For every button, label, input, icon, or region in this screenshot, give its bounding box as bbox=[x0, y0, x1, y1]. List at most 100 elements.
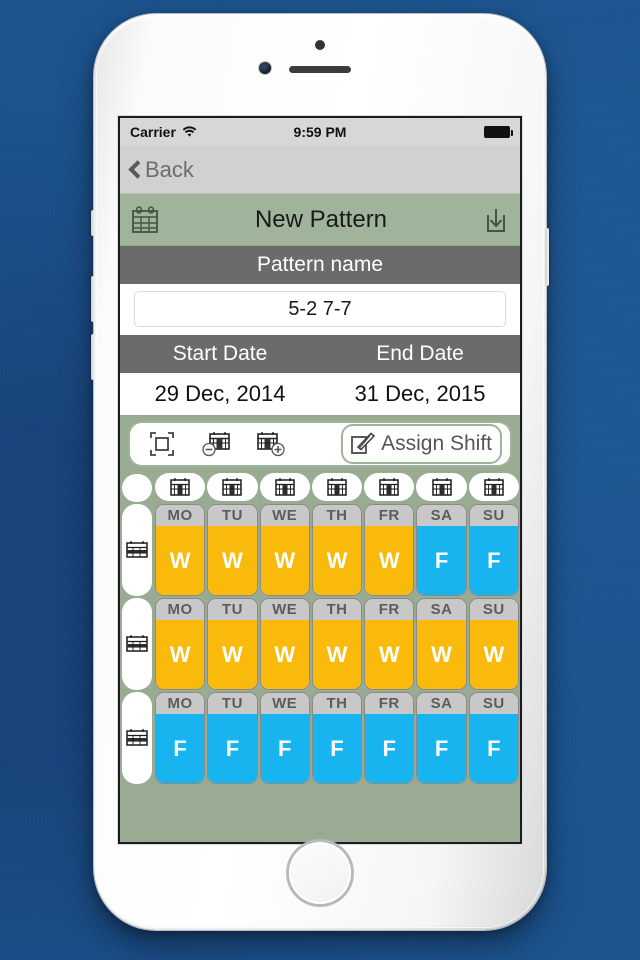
select-frame-icon[interactable] bbox=[138, 424, 186, 464]
day-cell[interactable]: WE W bbox=[259, 598, 310, 690]
calendar-column-icon bbox=[219, 476, 245, 498]
week-row: MO F TU F WE F TH F FR F SA F SU F bbox=[122, 691, 520, 785]
day-cell[interactable]: FR W bbox=[364, 504, 415, 596]
calendar-column-icon bbox=[324, 476, 350, 498]
day-cell-label: TH bbox=[312, 505, 362, 526]
day-cell-shift: F bbox=[417, 526, 466, 595]
day-cell-shift: W bbox=[417, 620, 466, 689]
day-cell[interactable]: SA F bbox=[416, 504, 467, 596]
day-cell-shift: F bbox=[417, 714, 466, 783]
column-header-button-mo[interactable] bbox=[155, 473, 206, 501]
home-button[interactable] bbox=[289, 842, 351, 904]
column-header-button-sa[interactable] bbox=[416, 473, 467, 501]
week-row: MO W TU W WE W TH W FR W SA W SU W bbox=[122, 597, 520, 691]
week-day-cells: MO W TU W WE W TH W FR W SA W SU W bbox=[154, 597, 520, 691]
day-cell-shift: W bbox=[469, 620, 518, 689]
column-header-button-we[interactable] bbox=[259, 473, 310, 501]
day-cell[interactable]: WE F bbox=[259, 692, 310, 784]
save-download-icon[interactable] bbox=[482, 206, 510, 234]
day-cell-label: TU bbox=[208, 693, 257, 714]
column-header-button-fr[interactable] bbox=[364, 473, 415, 501]
toolbar-wrapper: Assign Shift bbox=[120, 415, 520, 471]
back-button[interactable]: Back bbox=[128, 157, 194, 183]
day-cell-shift: F bbox=[469, 714, 518, 783]
day-cell-shift: W bbox=[365, 526, 414, 595]
earpiece-speaker bbox=[289, 66, 351, 73]
volume-down-button[interactable] bbox=[91, 334, 95, 380]
proximity-sensor-icon bbox=[315, 40, 325, 50]
day-cell-shift: W bbox=[208, 620, 257, 689]
end-date-label: End Date bbox=[376, 342, 464, 365]
column-header-button-th[interactable] bbox=[311, 473, 363, 501]
day-cell[interactable]: SA F bbox=[416, 692, 467, 784]
calendar-row-icon bbox=[124, 633, 150, 655]
day-cell-label: FR bbox=[365, 693, 414, 714]
day-cell-shift: F bbox=[312, 714, 362, 783]
day-cell-label: TU bbox=[208, 505, 257, 526]
day-cell[interactable]: SU W bbox=[468, 598, 519, 690]
page-title: New Pattern bbox=[254, 205, 388, 233]
week-row-select-button[interactable] bbox=[122, 692, 152, 784]
day-cell-shift: F bbox=[365, 714, 414, 783]
power-button[interactable] bbox=[545, 228, 549, 286]
calendar-row-icon bbox=[124, 539, 150, 561]
column-header-buttons bbox=[154, 473, 520, 503]
start-date-value[interactable]: 29 Dec, 2014 bbox=[120, 381, 320, 407]
day-cell[interactable]: MO F bbox=[155, 692, 206, 784]
day-cell-label: SA bbox=[417, 505, 466, 526]
week-row-select-button[interactable] bbox=[122, 598, 152, 690]
week-row-select-button[interactable] bbox=[122, 504, 152, 596]
day-cell[interactable]: FR F bbox=[364, 692, 415, 784]
day-cell[interactable]: MO W bbox=[155, 598, 206, 690]
day-cell-shift: F bbox=[260, 714, 309, 783]
day-cell-label: MO bbox=[156, 505, 205, 526]
day-cell[interactable]: TU F bbox=[207, 692, 258, 784]
day-cell[interactable]: TH W bbox=[311, 598, 363, 690]
day-cell-label: FR bbox=[365, 599, 414, 620]
pattern-week-grid: MO W TU W WE W TH W FR W SA F SU F MO W TU W WE W TH W FR W SA W… bbox=[120, 471, 520, 785]
day-cell-shift: W bbox=[156, 620, 205, 689]
pattern-title-bar: New Pattern bbox=[120, 194, 520, 246]
day-cell[interactable]: SU F bbox=[468, 692, 519, 784]
day-cell-label: SA bbox=[417, 599, 466, 620]
calendar-column-icon bbox=[376, 476, 402, 498]
calendar-icon[interactable] bbox=[130, 205, 160, 235]
grid-column-header-row bbox=[122, 473, 520, 503]
week-row: MO W TU W WE W TH W FR W SA F SU F bbox=[122, 503, 520, 597]
day-cell[interactable]: TU W bbox=[207, 504, 258, 596]
status-clock: 9:59 PM bbox=[293, 124, 347, 140]
pattern-toolbar: Assign Shift bbox=[128, 421, 512, 467]
day-cell[interactable]: TH W bbox=[311, 504, 363, 596]
day-cell[interactable]: TH F bbox=[311, 692, 363, 784]
grid-corner-cell[interactable] bbox=[122, 474, 152, 502]
mute-switch[interactable] bbox=[91, 210, 95, 236]
assign-shift-button[interactable]: Assign Shift bbox=[341, 424, 502, 464]
end-date-value[interactable]: 31 Dec, 2015 bbox=[320, 381, 520, 407]
day-cell[interactable]: SA W bbox=[416, 598, 467, 690]
back-button-label: Back bbox=[145, 156, 194, 182]
day-cell-label: MO bbox=[156, 693, 205, 714]
column-header-button-tu[interactable] bbox=[207, 473, 258, 501]
chevron-left-icon bbox=[128, 159, 141, 181]
day-cell-shift: F bbox=[156, 714, 205, 783]
day-cell-label: TU bbox=[208, 599, 257, 620]
column-header-button-su[interactable] bbox=[468, 473, 519, 501]
day-cell-label: WE bbox=[260, 599, 309, 620]
day-cell[interactable]: MO W bbox=[155, 504, 206, 596]
calendar-column-icon bbox=[272, 476, 298, 498]
calendar-plus-icon[interactable] bbox=[246, 424, 294, 464]
calendar-row-icon bbox=[124, 727, 150, 749]
day-cell[interactable]: FR W bbox=[364, 598, 415, 690]
week-day-cells: MO W TU W WE W TH W FR W SA F SU F bbox=[154, 503, 520, 597]
day-cell[interactable]: SU F bbox=[468, 504, 519, 596]
day-cell-shift: W bbox=[208, 526, 257, 595]
pattern-name-input[interactable] bbox=[134, 291, 506, 327]
volume-up-button[interactable] bbox=[91, 276, 95, 322]
day-cell[interactable]: WE W bbox=[259, 504, 310, 596]
calendar-minus-icon[interactable] bbox=[192, 424, 240, 464]
day-cell-label: SA bbox=[417, 693, 466, 714]
pattern-name-label: Pattern name bbox=[256, 253, 384, 276]
day-cell[interactable]: TU W bbox=[207, 598, 258, 690]
day-cell-shift: W bbox=[365, 620, 414, 689]
day-cell-shift: W bbox=[156, 526, 205, 595]
